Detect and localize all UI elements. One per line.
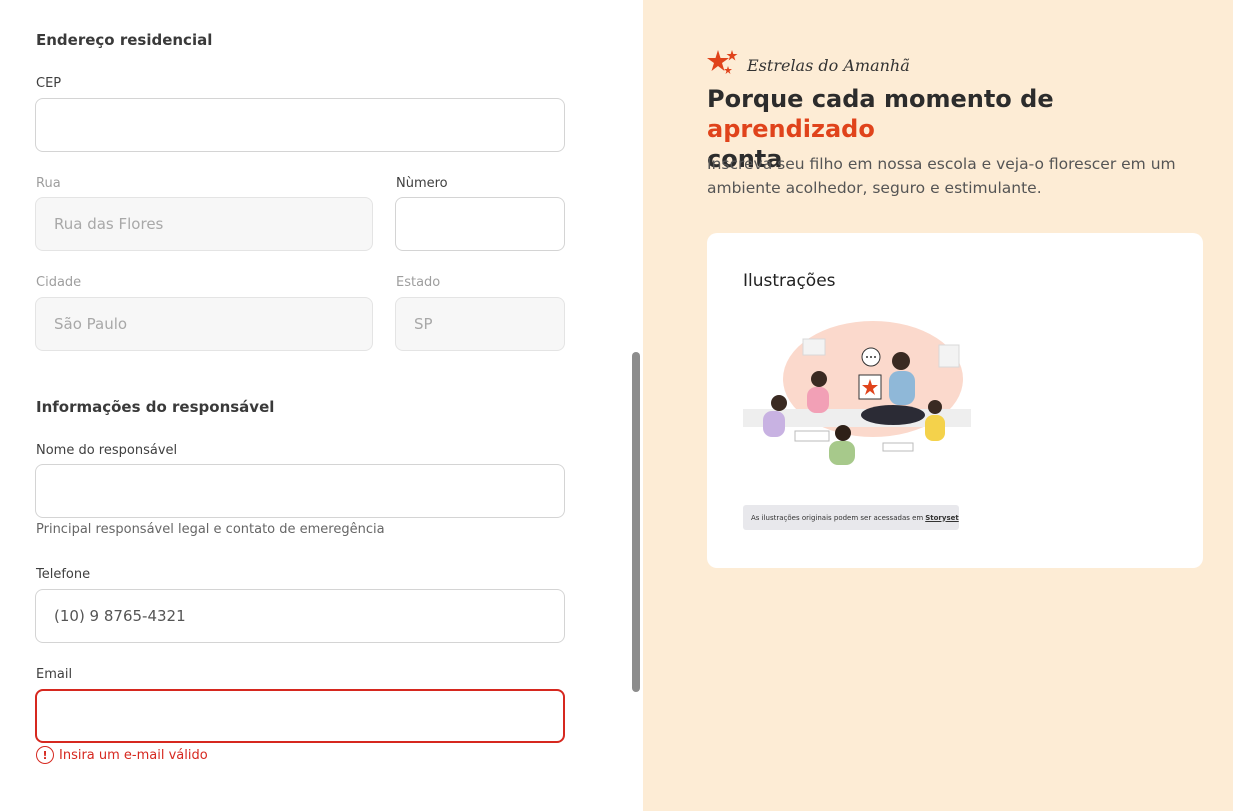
address-section-title: Endereço residencial [36, 31, 213, 49]
storyset-credit: As ilustrações originais podem ser acess… [743, 505, 959, 530]
brand: Estrelas do Amanhã [707, 48, 910, 82]
street-input: Rua das Flores [35, 197, 373, 251]
email-error-message: ! Insira um e-mail válido [36, 746, 208, 764]
scrollbar-thumb[interactable] [632, 352, 640, 692]
city-label: Cidade [36, 275, 82, 290]
headline-accent: aprendizado [707, 115, 875, 143]
guardian-name-input[interactable] [35, 464, 565, 518]
subtitle: Inscreva seu filho em nossa escola e vej… [707, 155, 1176, 197]
cep-input[interactable] [35, 98, 565, 152]
email-error-text: Insira um e-mail válido [59, 747, 208, 763]
guardian-name-label: Nome do responsável [36, 443, 178, 458]
street-label: Rua [36, 176, 61, 191]
email-label: Email [36, 667, 73, 682]
classroom-illustration [743, 319, 971, 485]
phone-input[interactable]: (10) 9 8765-4321 [35, 589, 565, 643]
credit-text: As ilustrações originais podem ser acess… [751, 513, 924, 522]
number-input[interactable] [395, 197, 565, 251]
state-label: Estado [396, 275, 441, 290]
number-label: Nùmero [396, 176, 448, 191]
phone-label: Telefone [36, 567, 91, 582]
alert-circle-icon: ! [36, 746, 54, 764]
cep-label: CEP [36, 76, 62, 91]
email-input[interactable] [35, 689, 565, 743]
guardian-name-helper: Principal responsável legal e contato de… [36, 522, 385, 537]
headline-text: Porque cada momento de [707, 85, 1054, 113]
guardian-section-title: Informações do responsável [36, 398, 275, 416]
enrollment-form-panel: Endereço residencial CEP Rua Rua das Flo… [0, 0, 643, 811]
illustrations-card: Ilustrações As ilustrações originais pod… [707, 233, 1203, 568]
state-input: SP [395, 297, 565, 351]
card-title: Ilustrações [743, 271, 836, 291]
storyset-link[interactable]: Storyset [925, 514, 958, 522]
stars-logo-icon [707, 48, 739, 82]
brand-name: Estrelas do Amanhã [747, 55, 910, 75]
city-input: São Paulo [35, 297, 373, 351]
